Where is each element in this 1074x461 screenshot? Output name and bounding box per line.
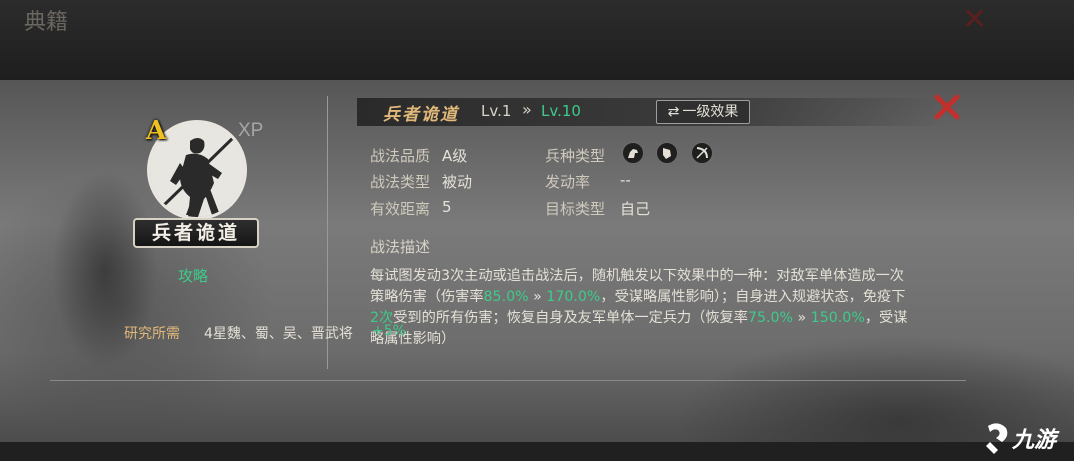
type-label: 战法类型 bbox=[370, 173, 431, 191]
level-arrow-icon: » bbox=[522, 100, 532, 119]
horizontal-divider bbox=[50, 380, 966, 381]
window-title: 典籍 bbox=[24, 10, 69, 35]
top-bar: 典籍 ✕ bbox=[0, 0, 1074, 80]
damage-rate-max: 170.0% bbox=[546, 289, 601, 305]
damage-rate-arrow: » bbox=[528, 289, 547, 305]
damage-rate-base: 85.0% bbox=[483, 289, 529, 305]
current-level: Lv.1 bbox=[481, 102, 512, 120]
heal-rate-max: 150.0% bbox=[810, 310, 865, 326]
site-watermark: 九游 bbox=[1012, 428, 1057, 453]
skill-detail-panel: A XP 兵者诡道 攻略 兵者诡道 Lv.1 » Lv.10 ⇄ 一级效果 战法品… bbox=[0, 80, 1074, 442]
target-type-label: 目标类型 bbox=[545, 200, 606, 218]
shield-icon bbox=[656, 142, 678, 164]
type-value: 被动 bbox=[442, 173, 473, 191]
cavalry-icon bbox=[622, 142, 644, 164]
description-text: 受到的所有伤害；恢复自身及友军单体一定兵力（恢复率 bbox=[393, 310, 748, 326]
research-requirement-label: 研究所需 bbox=[124, 326, 180, 342]
skill-description: 每试图发动3次主动或追击战法后，随机触发以下效果中的一种：对敌军单体造成一次策略… bbox=[370, 266, 910, 350]
trigger-rate-value: -- bbox=[620, 171, 631, 189]
bow-icon bbox=[691, 142, 713, 164]
range-label: 有效距离 bbox=[370, 200, 431, 218]
heal-rate-arrow: » bbox=[793, 310, 811, 326]
trigger-rate-label: 发动率 bbox=[545, 173, 591, 191]
level-effect-button[interactable]: ⇄ 一级效果 bbox=[656, 100, 750, 124]
xp-label: XP bbox=[238, 120, 264, 141]
description-text: ，受谋略属性影响）；自身进入规避状态，免疫下 bbox=[600, 289, 906, 305]
description-heading: 战法描述 bbox=[370, 238, 431, 256]
research-requirement-value: 4星魏、蜀、吴、晋武将 bbox=[204, 326, 353, 342]
target-type-value: 自己 bbox=[620, 200, 651, 218]
quality-value: A级 bbox=[442, 147, 468, 165]
level-effect-label: 一级效果 bbox=[682, 104, 739, 120]
swap-icon: ⇄ bbox=[667, 104, 680, 120]
background-close-icon: ✕ bbox=[962, 2, 988, 37]
max-level: Lv.10 bbox=[541, 102, 581, 120]
close-icon[interactable] bbox=[930, 90, 964, 124]
bottom-bar bbox=[0, 442, 1074, 461]
skill-name-plate: 兵者诡道 bbox=[133, 218, 259, 248]
troop-type-label: 兵种类型 bbox=[545, 147, 606, 165]
skill-grade-badge: A bbox=[146, 116, 167, 146]
range-value: 5 bbox=[442, 198, 452, 216]
research-bonus: +5% bbox=[372, 323, 406, 339]
heal-rate-base: 75.0% bbox=[747, 310, 793, 326]
strategy-guide-link[interactable]: 攻略 bbox=[178, 265, 208, 286]
quality-label: 战法品质 bbox=[370, 147, 431, 165]
skill-title: 兵者诡道 bbox=[383, 105, 459, 125]
